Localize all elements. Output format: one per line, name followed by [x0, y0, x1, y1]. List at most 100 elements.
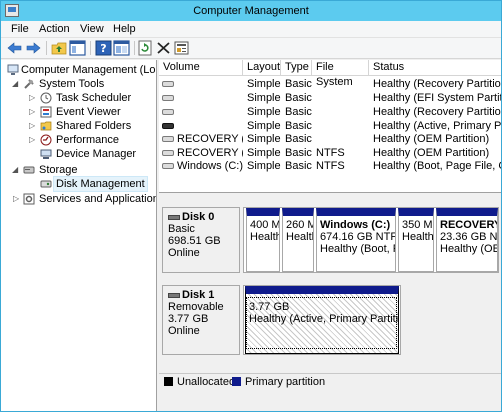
tree-label-device-manager: Device Manager [56, 148, 137, 160]
table-row[interactable]: RECOVERY (D:) Simple Basic Healthy (OEM … [159, 133, 501, 146]
menu-help[interactable]: Help [111, 22, 138, 36]
volume-type: Basic [285, 92, 312, 104]
column-header-file-system[interactable]: File System [312, 60, 369, 88]
menu-view[interactable]: View [78, 22, 106, 36]
help-icon[interactable]: ? [95, 40, 112, 56]
menu-file[interactable]: File [9, 22, 31, 36]
partition-status: Healthy [402, 231, 434, 243]
export-list-icon[interactable] [113, 40, 130, 56]
column-header-volume[interactable]: Volume [159, 60, 243, 76]
disk0-partition-2[interactable]: 260 M Healthy [282, 208, 314, 272]
disk1-info[interactable]: Disk 1 Removable 3.77 GB Online [162, 285, 240, 355]
show-hide-tree-icon[interactable] [69, 40, 86, 56]
shared-folder-icon [40, 121, 52, 131]
device-manager-icon [40, 149, 52, 159]
column-header-type[interactable]: Type [281, 60, 312, 76]
toolbar: ? [1, 38, 501, 59]
volume-layout: Simple [247, 106, 281, 118]
collapse-arrow-icon[interactable]: ▷ [29, 119, 35, 133]
volume-icon [162, 136, 174, 142]
column-header-layout[interactable]: Layout [243, 60, 281, 76]
disk0-kind: Basic [168, 223, 195, 235]
volume-list: Volume Layout Type File System Status Si… [159, 60, 501, 193]
system-tools-icon [24, 79, 34, 89]
volume-name: Windows (C:) [177, 160, 243, 172]
volume-layout: Simple [247, 133, 281, 145]
table-row[interactable]: Simple Basic Healthy (Active, Primary Pa… [159, 120, 501, 133]
partition-size: 674.16 GB NTFS [320, 231, 396, 243]
table-row[interactable]: Simple Basic Healthy (EFI System Partiti… [159, 92, 501, 105]
volume-layout: Simple [247, 78, 281, 90]
legend-primary: Primary partition [245, 376, 326, 388]
partition-name: RECOVERY [440, 219, 498, 231]
disk-graphical-view: Disk 0 Basic 698.51 GB Online 400 M Heal… [159, 195, 501, 411]
disk1-kind: Removable [168, 301, 224, 313]
tree-label-task-scheduler: Task Scheduler [56, 92, 132, 104]
table-row[interactable]: Windows (C:) Simple Basic NTFS Healthy (… [159, 160, 501, 173]
computer-management-window: Computer Management File Action View Hel… [0, 0, 502, 412]
expand-arrow-icon[interactable]: ◢ [12, 163, 18, 177]
disk-management-icon [40, 180, 52, 188]
services-icon [23, 193, 35, 205]
volume-status: Healthy (EFI System Partition) [373, 92, 501, 104]
expand-arrow-icon[interactable]: ◢ [12, 77, 18, 91]
partition-status: Healthy (Boot, P [320, 243, 396, 255]
volume-type: Basic [285, 106, 312, 118]
navigation-tree: Computer Management (Local ◢ System Tool… [1, 60, 157, 411]
table-row[interactable]: Simple Basic Healthy (Recovery Partition… [159, 106, 501, 119]
partition-size: 260 M [286, 219, 314, 231]
partition-status: Healthy [250, 231, 279, 243]
disk0-partition-1[interactable]: 400 M Healthy [246, 208, 280, 272]
disk0-partition-recovery[interactable]: RECOVERY 23.36 GB NT Healthy (OE [436, 208, 498, 272]
collapse-arrow-icon[interactable]: ▷ [29, 133, 35, 147]
folder-up-icon[interactable] [51, 40, 68, 56]
volume-type: Basic [285, 120, 312, 132]
tree-label-event-viewer: Event Viewer [56, 106, 121, 118]
collapse-arrow-icon[interactable]: ▷ [13, 192, 19, 206]
volume-status: Healthy (Boot, Page File, Crash [373, 160, 501, 172]
collapse-arrow-icon[interactable]: ▷ [29, 91, 35, 105]
disk0-name: Disk 0 [182, 211, 215, 223]
back-arrow-icon[interactable] [6, 40, 23, 56]
collapse-arrow-icon[interactable]: ▷ [29, 105, 35, 119]
properties-icon[interactable] [173, 40, 190, 56]
disk0-partition-windows[interactable]: Windows (C:) 674.16 GB NTFS Healthy (Boo… [316, 208, 396, 272]
title-bar[interactable]: Computer Management [1, 1, 501, 21]
volume-status: Healthy (OEM Partition) [373, 133, 490, 145]
disk1-state: Online [168, 325, 200, 337]
storage-icon [23, 166, 35, 174]
column-header-status[interactable]: Status [369, 60, 501, 76]
disk0-state: Online [168, 247, 200, 259]
disk0-partition-4[interactable]: 350 M Healthy [398, 208, 434, 272]
tree-label-services: Services and Applications [39, 193, 157, 205]
volume-icon [162, 109, 174, 115]
table-row[interactable]: Simple Basic Healthy (Recovery Partition… [159, 78, 501, 91]
tree-label-system-tools: System Tools [39, 78, 105, 90]
volume-type: Basic [285, 160, 312, 172]
volume-status: Healthy (Recovery Partition) [373, 106, 501, 118]
menu-action[interactable]: Action [37, 22, 72, 36]
removable-disk-icon [168, 292, 180, 298]
disk0-partition-map: 400 M Healthy 260 M Healthy Windows (C:)… [243, 207, 499, 273]
delete-icon[interactable] [155, 40, 172, 56]
toolbar-separator [90, 41, 91, 55]
forward-arrow-icon[interactable] [25, 40, 42, 56]
legend-swatch-unallocated [164, 377, 173, 386]
volume-icon [162, 163, 174, 169]
volume-layout: Simple [247, 92, 281, 104]
partition-size: 23.36 GB NT [440, 231, 498, 243]
tree-label-root: Computer Management (Local [21, 64, 157, 76]
removable-drive-icon [162, 123, 174, 129]
disk1-partition-1[interactable]: 3.77 GB Healthy (Active, Primary Partiti… [245, 286, 399, 354]
volume-status: Healthy (OEM Partition) [373, 147, 490, 159]
disk1-name: Disk 1 [182, 289, 215, 301]
legend-unallocated: Unallocated [177, 376, 236, 388]
refresh-icon[interactable] [137, 40, 154, 56]
volume-status: Healthy (Active, Primary Partiti [373, 120, 501, 132]
table-row[interactable]: RECOVERY (D:) Simple Basic NTFS Healthy … [159, 147, 501, 160]
clock-icon [40, 92, 52, 104]
disk1-partition-map: 3.77 GB Healthy (Active, Primary Partiti… [243, 285, 401, 355]
volume-icon [162, 95, 174, 101]
disk0-info[interactable]: Disk 0 Basic 698.51 GB Online [162, 207, 240, 273]
tree-label-performance: Performance [56, 134, 119, 146]
